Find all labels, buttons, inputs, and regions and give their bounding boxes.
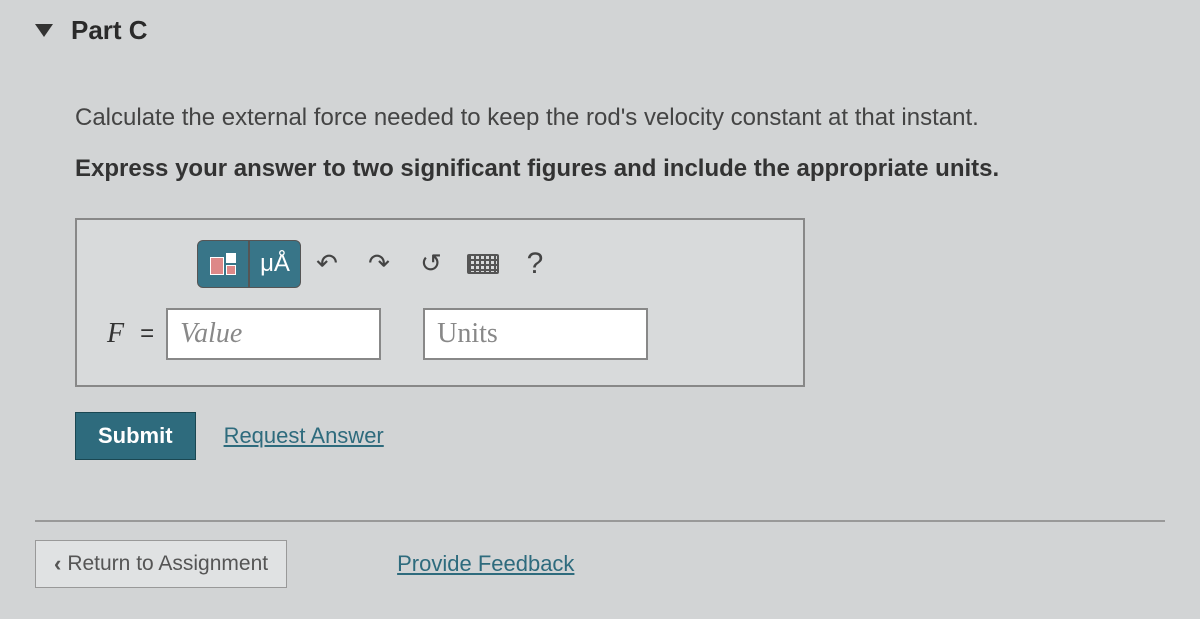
redo-icon: ↷ [368,248,390,279]
value-input[interactable] [166,308,381,360]
keyboard-button[interactable] [457,240,509,288]
footer-row: ‹ Return to Assignment Provide Feedback [35,540,1165,588]
question-text: Calculate the external force needed to k… [75,101,1165,135]
divider [35,520,1165,522]
collapse-toggle-icon[interactable] [35,24,53,37]
input-row: F = [107,308,773,360]
help-button[interactable]: ? [509,240,561,288]
special-chars-button[interactable]: μÅ [249,240,301,288]
answer-toolbar: μÅ ↶ ↷ ↺ ? [197,240,773,288]
request-answer-link[interactable]: Request Answer [224,423,384,449]
part-title: Part C [71,15,148,46]
variable-label: F [107,318,124,350]
equals-sign: = [140,320,154,348]
submit-row: Submit Request Answer [75,412,1165,460]
template-tool-button[interactable] [197,240,249,288]
undo-icon: ↶ [316,248,338,279]
submit-button[interactable]: Submit [75,412,196,460]
instruction-text: Express your answer to two significant f… [75,155,1165,183]
redo-button[interactable]: ↷ [353,240,405,288]
return-button[interactable]: ‹ Return to Assignment [35,540,287,588]
chevron-left-icon: ‹ [54,551,61,577]
return-label: Return to Assignment [67,552,268,576]
undo-button[interactable]: ↶ [301,240,353,288]
reset-button[interactable]: ↺ [405,240,457,288]
answer-box: μÅ ↶ ↷ ↺ ? F = [75,218,805,387]
feedback-link[interactable]: Provide Feedback [397,551,574,577]
content-area: Calculate the external force needed to k… [35,101,1165,460]
reset-icon: ↺ [420,248,442,279]
part-header: Part C [35,15,1165,46]
units-input[interactable] [423,308,648,360]
keyboard-icon [467,254,499,274]
template-icon [210,253,236,275]
